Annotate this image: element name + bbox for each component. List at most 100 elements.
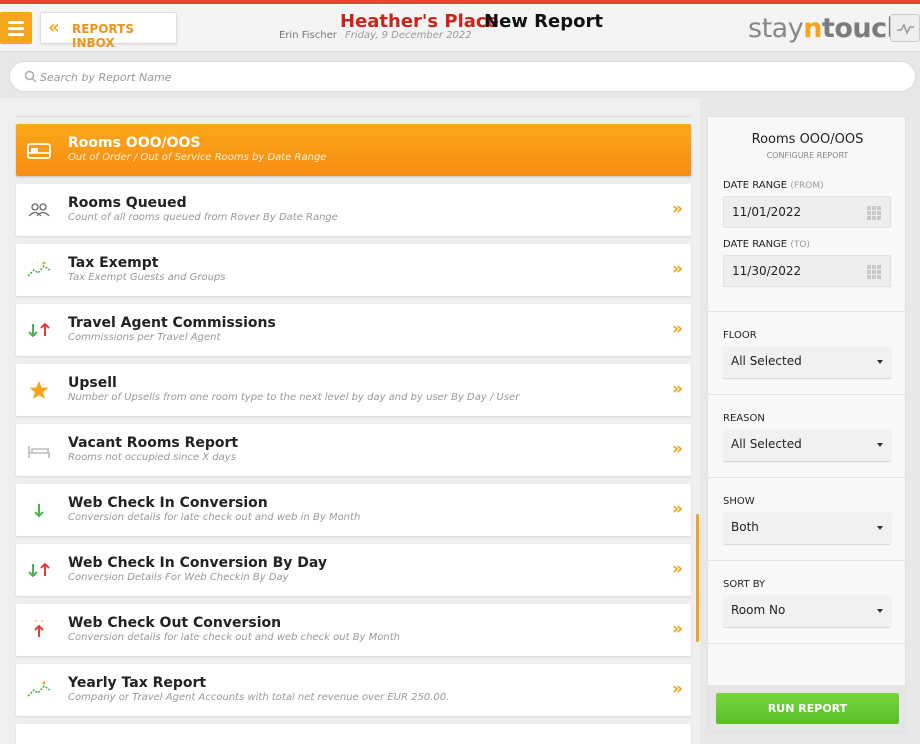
- config-report-title: Rooms OOO/OOS: [751, 132, 864, 147]
- run-report-button[interactable]: RUN REPORT: [716, 693, 899, 724]
- configure-report-panel: Rooms OOO/OOS CONFIGURE REPORT DATE RANG…: [707, 116, 906, 733]
- report-item-vacant-rooms[interactable]: Vacant Rooms Report Rooms not occupied s…: [16, 424, 691, 476]
- up-down-arrows-icon: [28, 322, 50, 338]
- bed-icon: [28, 446, 50, 458]
- report-title: Rooms Queued: [68, 195, 187, 211]
- report-title: Upsell: [68, 375, 117, 391]
- report-item-travel-agent-commissions[interactable]: Travel Agent Commissions Commissions per…: [16, 304, 691, 356]
- report-description: Rooms not occupied since X days: [68, 452, 236, 463]
- report-description: Commissions per Travel Agent: [68, 332, 221, 343]
- double-chevron-right-icon: »: [672, 679, 683, 699]
- report-item-web-check-out-conversion[interactable]: Web Check Out Conversion Conversion deta…: [16, 604, 691, 656]
- report-description: Conversion details for late check out an…: [68, 512, 361, 523]
- hamburger-icon-bar: [8, 27, 24, 30]
- report-description: Number of Upsells from one room type to …: [68, 392, 520, 403]
- report-description: Company or Travel Agent Accounts with to…: [68, 692, 450, 703]
- report-description: Tax Exempt Guests and Groups: [68, 272, 226, 283]
- date-to-label-text: DATE RANGE: [723, 239, 788, 250]
- calendar-icon[interactable]: [867, 206, 882, 220]
- double-chevron-right-icon: »: [672, 259, 683, 279]
- caret-down-icon: [877, 526, 883, 530]
- app-header: « REPORTS INBOX Heather's Place New Repo…: [0, 4, 920, 52]
- search-box[interactable]: [9, 61, 916, 92]
- list-divider: [16, 116, 691, 117]
- date-to-label: DATE RANGE (TO): [723, 239, 810, 250]
- pulse-icon: [897, 23, 914, 35]
- double-chevron-left-icon: «: [48, 17, 60, 38]
- date-from-field[interactable]: 11/01/2022: [723, 196, 891, 228]
- report-title: Web Check Out Conversion: [68, 615, 282, 631]
- bed-icon: [27, 143, 51, 159]
- caret-down-icon: [877, 609, 883, 613]
- date-from-label: DATE RANGE (FROM): [723, 180, 824, 191]
- double-chevron-right-icon: »: [672, 199, 683, 219]
- report-item-next[interactable]: [16, 724, 691, 744]
- report-title: Web Check In Conversion: [68, 495, 268, 511]
- show-label: SHOW: [723, 496, 755, 507]
- report-item-rooms-ooo-oos[interactable]: Rooms OOO/OOS Out of Order / Out of Serv…: [16, 124, 691, 176]
- divider: [708, 643, 905, 644]
- report-item-upsell[interactable]: Upsell Number of Upsells from one room t…: [16, 364, 691, 416]
- date-from-hint: (FROM): [790, 181, 824, 191]
- sort-by-select[interactable]: Room No: [723, 595, 891, 627]
- hamburger-icon-bar: [8, 33, 24, 36]
- double-chevron-right-icon: »: [672, 619, 683, 639]
- stayntouch-logo: stayntouch: [748, 13, 906, 44]
- search-bar: [0, 52, 920, 98]
- report-item-web-check-in-conversion-by-day[interactable]: Web Check In Conversion By Day Conversio…: [16, 544, 691, 596]
- caret-down-icon: [877, 443, 883, 447]
- search-input[interactable]: [40, 67, 740, 87]
- floor-value: All Selected: [731, 354, 802, 368]
- report-item-rooms-queued[interactable]: Rooms Queued Count of all rooms queued f…: [16, 184, 691, 236]
- logo-n: n: [803, 13, 822, 44]
- user-name: Erin Fischer: [279, 30, 337, 41]
- divider: [708, 311, 905, 312]
- floor-label: FLOOR: [723, 330, 757, 341]
- sort-by-value: Room No: [731, 603, 786, 617]
- config-subtitle: CONFIGURE REPORT: [766, 151, 849, 160]
- report-list: Rooms OOO/OOS Out of Order / Out of Serv…: [0, 98, 700, 744]
- report-title: Vacant Rooms Report: [68, 435, 239, 451]
- sort-by-label: SORT BY: [723, 579, 766, 590]
- report-title: Rooms OOO/OOS: [68, 135, 201, 151]
- floor-select[interactable]: All Selected: [723, 346, 891, 378]
- report-item-web-check-in-conversion[interactable]: Web Check In Conversion Conversion detai…: [16, 484, 691, 536]
- date-from-value: 11/01/2022: [732, 205, 802, 219]
- double-chevron-right-icon: »: [672, 319, 683, 339]
- trend-icon: [27, 681, 51, 697]
- business-date: Friday, 9 December 2022: [345, 30, 472, 41]
- report-title: Travel Agent Commissions: [68, 315, 276, 331]
- date-to-hint: (TO): [790, 240, 810, 250]
- report-title: Yearly Tax Report: [68, 675, 207, 691]
- show-value: Both: [731, 520, 759, 534]
- report-item-tax-exempt[interactable]: Tax Exempt Tax Exempt Guests and Groups …: [16, 244, 691, 296]
- graph-button[interactable]: [890, 14, 920, 42]
- divider: [708, 560, 905, 561]
- reports-inbox-button[interactable]: « REPORTS INBOX: [40, 12, 177, 50]
- divider: [708, 394, 905, 395]
- report-title: Tax Exempt: [68, 255, 159, 271]
- search-icon: [24, 70, 37, 83]
- up-arrow-icon: [34, 620, 44, 637]
- double-chevron-right-icon: »: [672, 499, 683, 519]
- show-select[interactable]: Both: [723, 512, 891, 544]
- date-to-value: 11/30/2022: [732, 264, 802, 278]
- reason-select[interactable]: All Selected: [723, 429, 891, 461]
- caret-down-icon: [877, 360, 883, 364]
- up-down-arrows-icon: [28, 562, 50, 578]
- double-chevron-right-icon: »: [672, 379, 683, 399]
- list-scrollbar[interactable]: [696, 514, 699, 642]
- logo-stay: stay: [748, 13, 804, 44]
- down-arrow-icon: [34, 504, 44, 518]
- date-to-field[interactable]: 11/30/2022: [723, 255, 891, 287]
- reason-label: REASON: [723, 413, 765, 424]
- double-chevron-right-icon: »: [672, 439, 683, 459]
- reason-value: All Selected: [731, 437, 802, 451]
- report-description: Conversion Details For Web Checkin By Da…: [68, 572, 289, 583]
- calendar-icon[interactable]: [867, 265, 882, 279]
- guests-icon: [28, 203, 50, 217]
- menu-button[interactable]: [0, 12, 32, 44]
- report-description: Conversion details for late check out an…: [68, 632, 400, 643]
- page-title: New Report: [484, 11, 603, 32]
- report-item-yearly-tax-report[interactable]: Yearly Tax Report Company or Travel Agen…: [16, 664, 691, 716]
